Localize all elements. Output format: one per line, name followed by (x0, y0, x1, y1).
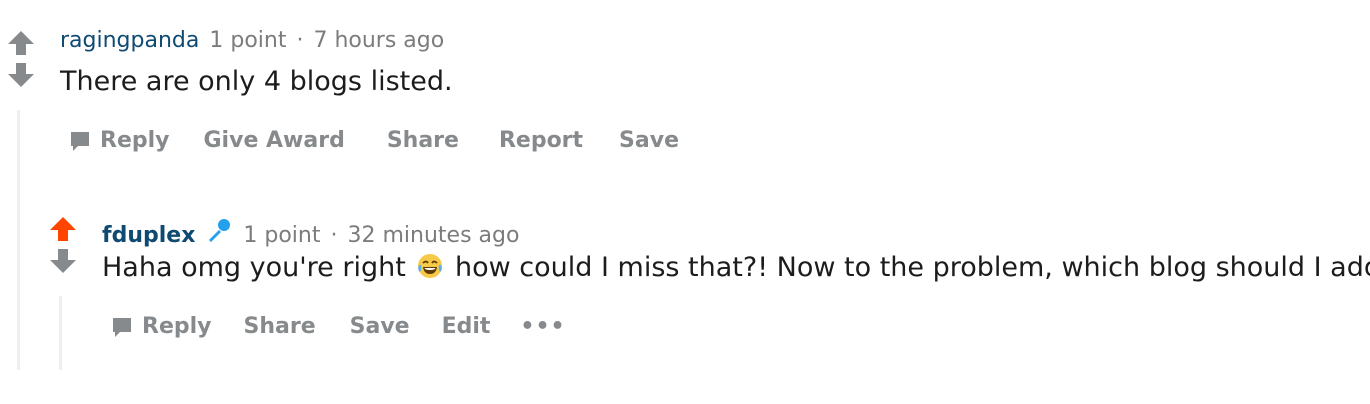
comment2-share-button[interactable]: Share (244, 314, 316, 339)
comment2-reply-button[interactable]: Reply (110, 314, 212, 339)
comment2-meta: fduplex 1 point · 32 minutes ago (102, 214, 519, 248)
comment1-meta: ragingpanda 1 point · 7 hours ago (60, 28, 444, 53)
comment1-reply-button[interactable]: Reply (68, 128, 170, 153)
upvote-arrow-icon[interactable] (6, 30, 36, 56)
comment1-report-button[interactable]: Report (499, 128, 583, 153)
comment2-body-end: how could I miss that?! Now to the probl… (455, 252, 1370, 283)
laughing-tears-emoji (416, 252, 444, 287)
comment1-save-button[interactable]: Save (619, 128, 679, 153)
microphone-icon (205, 217, 233, 251)
comment1-timestamp[interactable]: 7 hours ago (313, 28, 444, 53)
comment1-score: 1 point (209, 28, 287, 53)
comment1-give-award-button[interactable]: Give Award (204, 128, 345, 153)
comment2-score: 1 point (243, 223, 321, 248)
comment1-body: There are only 4 blogs listed. (60, 66, 453, 97)
comment2-body: Haha omg you're right how could I miss t… (102, 252, 1370, 287)
downvote-arrow-icon[interactable] (48, 248, 78, 274)
comment1-vote (4, 30, 38, 88)
comment1-actions: Reply Give Award Share Report Save (68, 128, 679, 153)
comment2-separator: · (330, 223, 338, 248)
thread-line-comment2[interactable] (59, 296, 62, 370)
upvote-arrow-icon[interactable] (48, 216, 78, 242)
downvote-arrow-icon[interactable] (6, 62, 36, 88)
more-options-button[interactable]: ••• (520, 314, 565, 339)
comment1-share-button[interactable]: Share (387, 128, 459, 153)
comment-bubble-icon (71, 131, 89, 151)
comment2-body-start: Haha omg you're right (102, 252, 406, 283)
comment2-timestamp[interactable]: 32 minutes ago (348, 223, 520, 248)
comment2-save-button[interactable]: Save (350, 314, 410, 339)
comment1-separator: · (296, 28, 304, 53)
comment-bubble-icon (113, 317, 131, 337)
thread-line-comment1[interactable] (17, 110, 20, 370)
comment2-actions: Reply Share Save Edit ••• (110, 314, 566, 339)
comment2-author[interactable]: fduplex (102, 223, 195, 248)
comment2-edit-button[interactable]: Edit (442, 314, 491, 339)
comment2-vote (46, 216, 80, 274)
comment1-author[interactable]: ragingpanda (60, 28, 199, 53)
